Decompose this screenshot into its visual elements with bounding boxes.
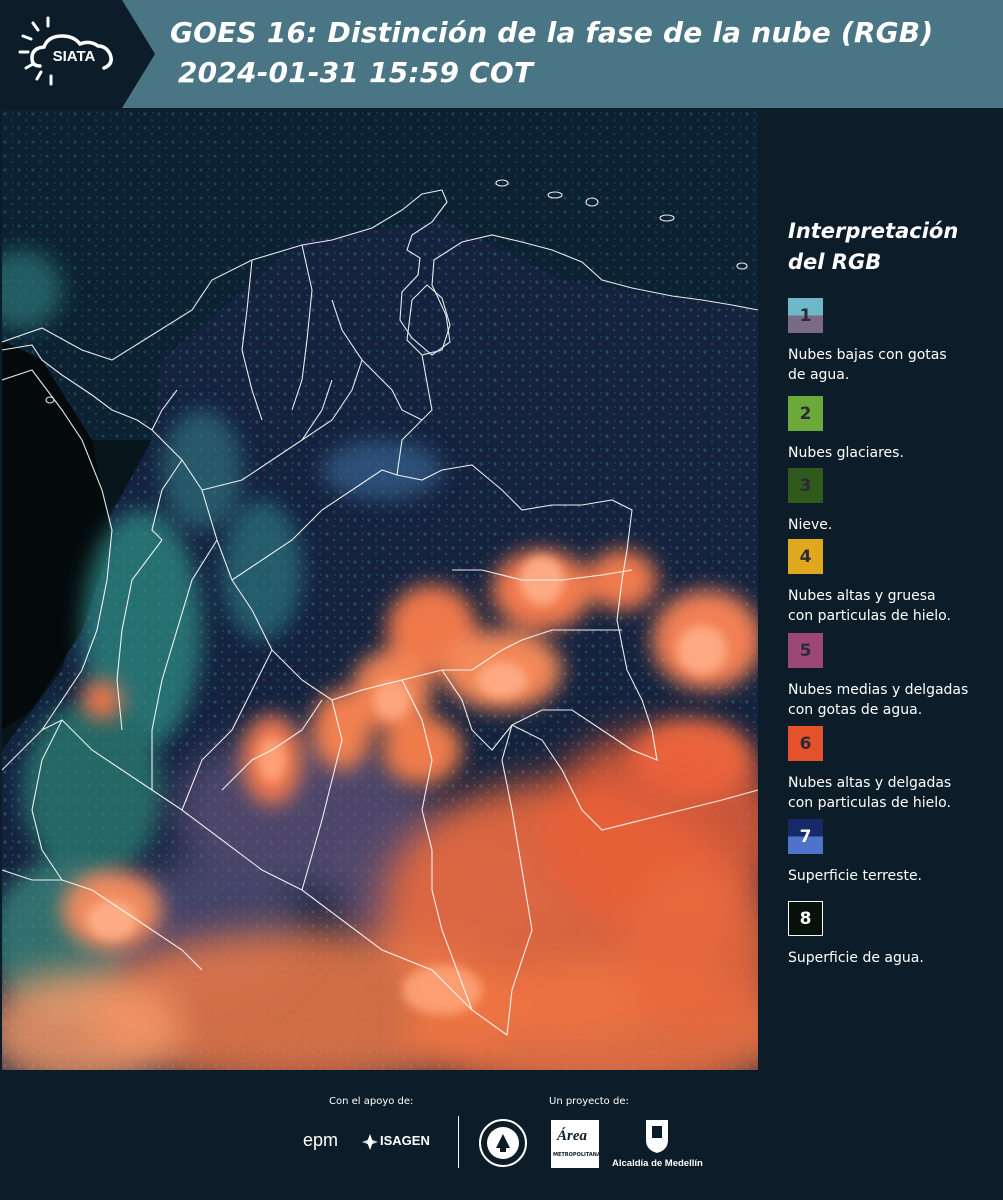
area-logo-subtext: METROPOLITANA bbox=[553, 1152, 601, 1158]
isagen-logo-text: ISAGEN bbox=[380, 1133, 430, 1148]
legend-label-line2: con particulas de hielo. bbox=[788, 608, 951, 624]
medellin-shield-icon bbox=[646, 1120, 668, 1153]
satellite-image bbox=[2, 110, 758, 1070]
legend-swatch: 5 bbox=[788, 633, 823, 668]
isagen-logo: ISAGEN bbox=[360, 1130, 450, 1154]
legend-label: Nubes altas y delgadas con particulas de … bbox=[788, 773, 1003, 813]
siata-logo: SIATA bbox=[0, 0, 155, 108]
legend-label-line2: con particulas de hielo. bbox=[788, 795, 951, 811]
university-seal-logo bbox=[478, 1118, 528, 1168]
legend-number: 3 bbox=[799, 475, 812, 496]
legend-label-line2: de agua. bbox=[788, 367, 850, 383]
legend-label-line1: Superficie de agua. bbox=[788, 950, 924, 966]
legend-title-line2: del RGB bbox=[788, 250, 882, 274]
legend-number: 4 bbox=[799, 546, 812, 567]
legend-label-line1: Nubes bajas con gotas bbox=[788, 347, 947, 363]
alcaldia-medellin-logo: Alcaldía de Medellín bbox=[612, 1118, 704, 1170]
header-bar: SIATA GOES 16: Distinción de la fase de … bbox=[0, 0, 1003, 108]
legend-label: Nubes bajas con gotas de agua. bbox=[788, 345, 1003, 385]
legend-swatch: 3 bbox=[788, 468, 823, 503]
legend-number: 5 bbox=[799, 640, 812, 661]
legend-swatch: 2 bbox=[788, 396, 823, 431]
legend-label: Superficie terreste. bbox=[788, 866, 1003, 886]
legend-swatch: 6 bbox=[788, 726, 823, 761]
page-title: GOES 16: Distinción de la fase de la nub… bbox=[170, 16, 934, 49]
legend-title-line1: Interpretación bbox=[788, 219, 959, 243]
legend-label: Nubes glaciares. bbox=[788, 443, 1003, 463]
legend-label-line1: Superficie terreste. bbox=[788, 868, 923, 884]
area-metropolitana-logo: Área METROPOLITANA bbox=[551, 1120, 601, 1168]
area-logo-text: Área bbox=[557, 1128, 587, 1144]
legend-label: Nubes altas y gruesa con particulas de hi… bbox=[788, 586, 1003, 626]
legend-swatch: 4 bbox=[788, 539, 823, 574]
legend-label-line1: Nubes medias y delgadas bbox=[788, 682, 969, 698]
legend-swatch: 1 bbox=[788, 298, 823, 333]
legend-swatch: 7 bbox=[788, 819, 823, 854]
legend-label-line2: con gotas de agua. bbox=[788, 702, 923, 718]
legend-number: 8 bbox=[799, 908, 812, 929]
footer: Con el apoyo de: Un proyecto de: epm ISA… bbox=[0, 1070, 1003, 1200]
legend-panel: Interpretación del RGB 1 Nubes bajas con … bbox=[788, 216, 998, 966]
epm-logo-text: epm bbox=[303, 1130, 339, 1150]
legend-number: 2 bbox=[799, 403, 812, 424]
legend-label: Superficie de agua. bbox=[788, 948, 1003, 968]
epm-logo: epm bbox=[303, 1130, 353, 1154]
legend-number: 7 bbox=[799, 826, 812, 847]
legend-label-line1: Nubes glaciares. bbox=[788, 445, 904, 461]
support-caption: Con el apoyo de: bbox=[329, 1096, 414, 1107]
legend-label: Nieve. bbox=[788, 515, 1003, 535]
isagen-mark-icon bbox=[362, 1134, 378, 1150]
legend-title: Interpretación del RGB bbox=[788, 216, 988, 278]
alcaldia-logo-text: Alcaldía de Medellín bbox=[612, 1158, 703, 1169]
footer-divider bbox=[458, 1116, 459, 1168]
project-caption: Un proyecto de: bbox=[549, 1096, 629, 1107]
legend-swatch: 8 bbox=[788, 901, 823, 936]
legend-number: 6 bbox=[799, 733, 812, 754]
legend-number: 1 bbox=[799, 305, 812, 326]
legend-label-line1: Nubes altas y delgadas bbox=[788, 775, 952, 791]
legend-label-line1: Nubes altas y gruesa bbox=[788, 588, 936, 604]
siata-logo-text: SIATA bbox=[53, 48, 96, 65]
legend-label-line1: Nieve. bbox=[788, 517, 833, 533]
legend-label: Nubes medias y delgadas con gotas de agua… bbox=[788, 680, 1003, 720]
timestamp: 2024-01-31 15:59 COT bbox=[178, 56, 534, 89]
